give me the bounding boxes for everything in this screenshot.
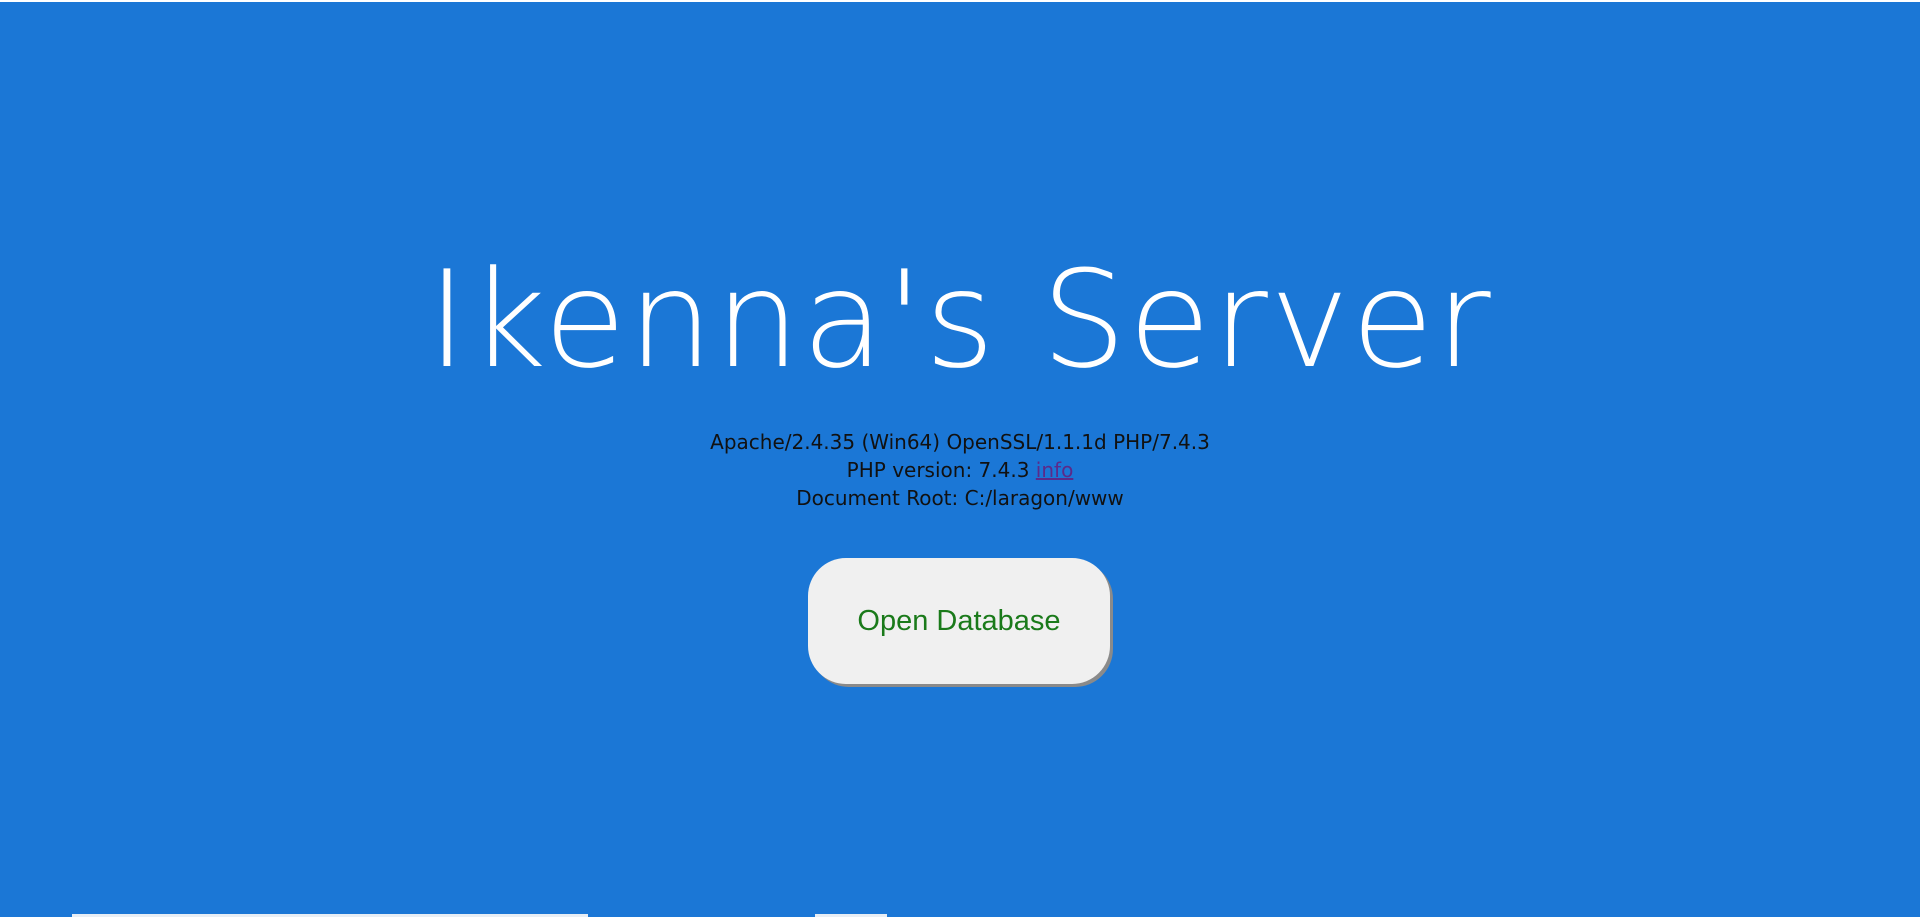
document-root: Document Root: C:/laragon/www <box>796 486 1124 510</box>
top-border <box>0 0 1920 2</box>
server-software: Apache/2.4.35 (Win64) OpenSSL/1.1.1d PHP… <box>710 430 1210 454</box>
php-info-link[interactable]: info <box>1036 458 1074 482</box>
page-title: Ikenna's Server <box>427 242 1493 398</box>
php-version-line: PHP version: 7.4.3 info <box>0 456 1920 484</box>
open-database-button[interactable]: Open Database <box>808 558 1110 684</box>
server-info: Apache/2.4.35 (Win64) OpenSSL/1.1.1d PHP… <box>0 428 1920 512</box>
php-version: PHP version: 7.4.3 <box>846 458 1030 482</box>
page: Ikenna's Server Apache/2.4.35 (Win64) Op… <box>0 0 1920 917</box>
